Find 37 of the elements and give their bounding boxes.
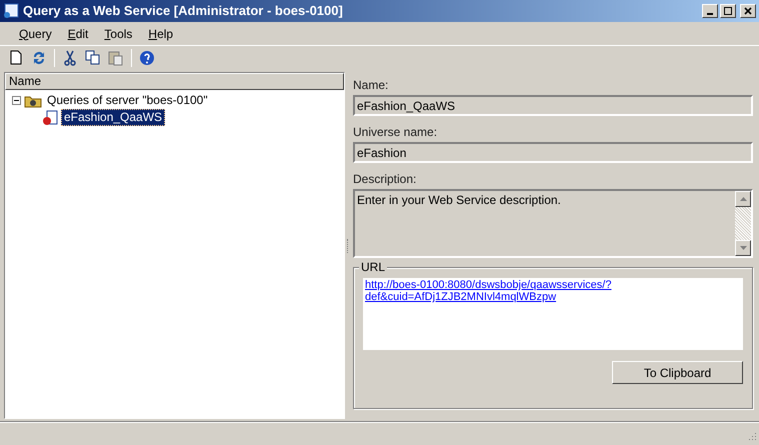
field-label: Name: (353, 77, 390, 92)
menu-item[interactable]: Query (12, 24, 59, 42)
copy-icon (85, 50, 101, 65)
close-button[interactable] (740, 4, 756, 18)
field-label: Universe name: (353, 124, 438, 139)
column-header[interactable]: Name (5, 73, 344, 90)
field-label: Description: (353, 171, 418, 186)
scroll-down-icon[interactable] (735, 240, 751, 256)
menu-item[interactable]: Tools (97, 24, 140, 42)
description-text: Enter in your Web Service description. (356, 192, 562, 209)
refresh-icon (31, 50, 47, 66)
scissors-icon (64, 50, 76, 66)
description-field[interactable]: Enter in your Web Service description. (353, 189, 753, 258)
folder-icon (24, 94, 42, 108)
to-clipboard-button[interactable]: To Clipboard (612, 361, 743, 384)
document-icon (42, 110, 58, 126)
menu-item[interactable]: Help (141, 24, 180, 42)
help-icon (139, 50, 155, 66)
window-title: Query as a Web Service [Administrator - boes-0100] (23, 2, 344, 20)
close-icon (744, 7, 752, 15)
app-icon (3, 3, 19, 19)
universe-name-field[interactable]: eFashion (353, 142, 753, 163)
url-link[interactable]: http://boes-0100:8080/dswsbobje/qaawsservices/? (365, 279, 612, 291)
tree-item[interactable]: eFashion_QaaWS (61, 109, 166, 126)
scrollbar[interactable] (735, 191, 751, 256)
scroll-up-icon[interactable] (735, 191, 751, 207)
minimize-button[interactable] (702, 4, 718, 18)
name-field[interactable]: eFashion_QaaWS (353, 95, 753, 116)
document-icon (10, 50, 22, 65)
url-link[interactable]: def&cuid=AfDj1ZJB2MNIvl4mqlWBzpw (365, 291, 556, 303)
group-label: URL (359, 260, 388, 274)
maximize-button[interactable] (720, 4, 736, 18)
clipboard-icon (108, 50, 124, 66)
tree-item[interactable]: Queries of server "boes-0100" (45, 93, 210, 108)
collapse-icon[interactable] (12, 96, 21, 105)
menu-item[interactable]: Edit (60, 24, 96, 42)
maximize-icon (724, 7, 732, 15)
